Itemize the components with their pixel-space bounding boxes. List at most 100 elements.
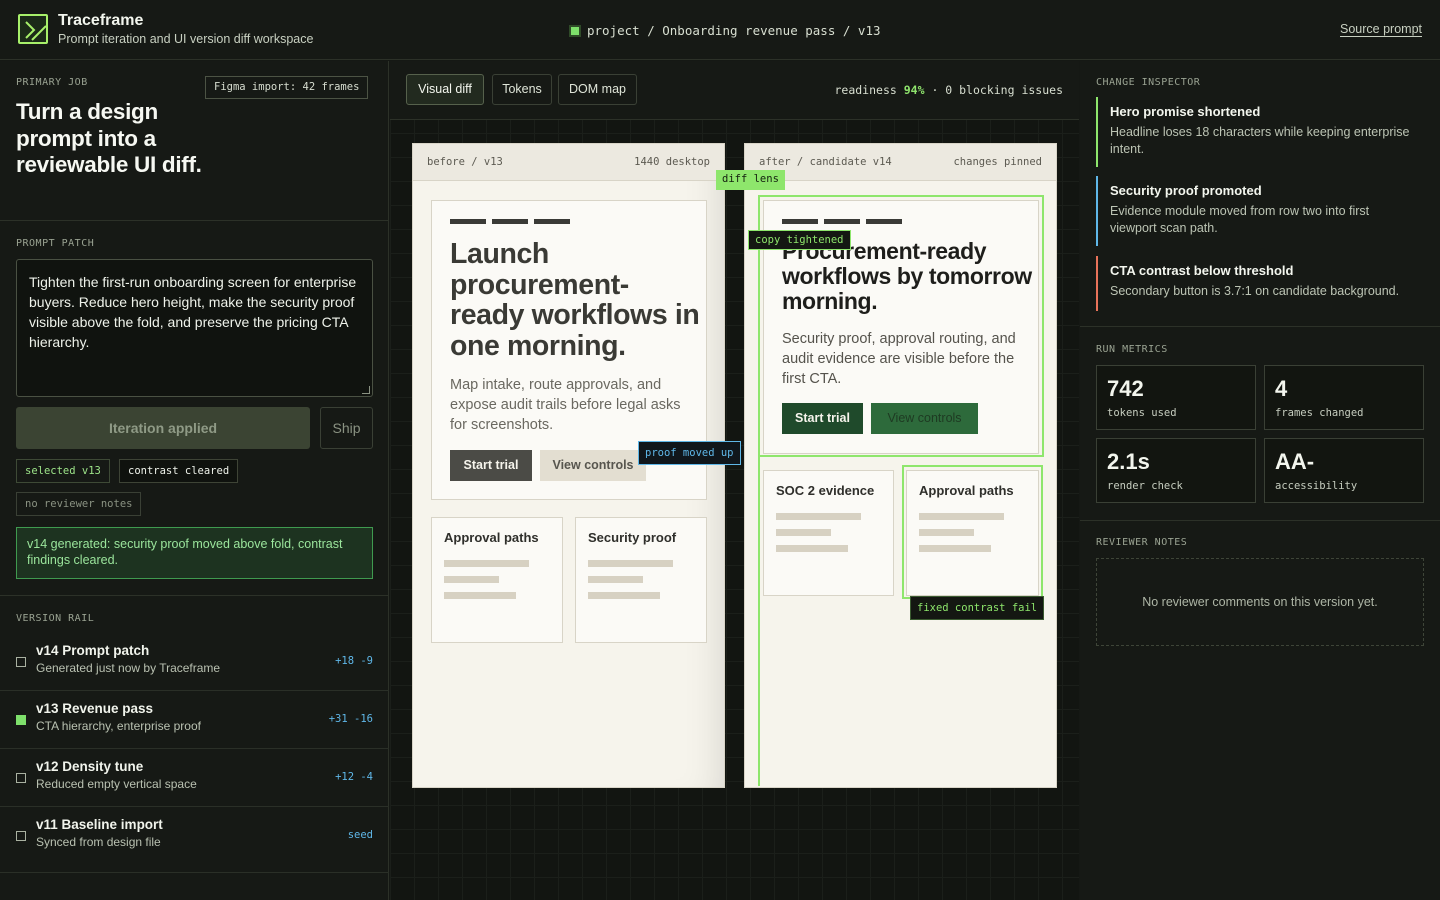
metric-accessibility: AA- accessibility [1264, 438, 1424, 503]
version-checkbox[interactable] [16, 773, 26, 783]
metric-label: accessibility [1275, 480, 1358, 492]
traceframe-logo-icon [18, 14, 48, 44]
version-rail-label: VERSION RAIL [16, 613, 95, 624]
card-title: Security proof [588, 530, 677, 545]
version-delta: +12 -4 [335, 771, 373, 783]
metric-render: 2.1s render check [1096, 438, 1256, 503]
version-title: v13 Revenue pass [36, 701, 154, 716]
after-frame-header: after / candidate v14 changes pinned [745, 144, 1056, 181]
viewport-size: 1440 desktop [634, 156, 710, 168]
text-placeholder [776, 545, 848, 552]
left-panel: PRIMARY JOB Figma import: 42 frames Turn… [0, 61, 389, 900]
app-header: Traceframe Prompt iteration and UI versi… [0, 0, 1440, 60]
selected-version-chip[interactable]: selected v13 [16, 459, 110, 483]
reviewer-notes-empty[interactable]: No reviewer comments on this version yet… [1096, 558, 1424, 646]
version-row-v14[interactable]: v14 Prompt patch Generated just now by T… [0, 633, 389, 691]
iteration-applied-button[interactable]: Iteration applied [16, 407, 310, 449]
app-subtitle: Prompt iteration and UI version diff wor… [58, 32, 314, 46]
metric-label: render check [1107, 480, 1183, 492]
prompt-patch-text: Tighten the first-run onboarding screen … [29, 274, 357, 350]
run-metrics-label: RUN METRICS [1096, 344, 1168, 355]
version-row-v11[interactable]: v11 Baseline import Synced from design f… [0, 807, 389, 873]
change-desc: Headline loses 18 characters while keepi… [1110, 125, 1410, 156]
divider [1080, 520, 1440, 521]
tab-tokens[interactable]: Tokens [492, 74, 552, 105]
resize-handle-icon[interactable] [362, 386, 370, 394]
change-item-hero[interactable]: Hero promise shortened Headline loses 18… [1096, 97, 1424, 167]
version-delta: +31 -16 [328, 713, 373, 725]
version-subtitle: Reduced empty vertical space [36, 777, 197, 791]
version-row-v12[interactable]: v12 Density tune Reduced empty vertical … [0, 749, 389, 807]
before-card-approval: Approval paths [431, 517, 563, 643]
version-checkbox[interactable] [16, 831, 26, 841]
before-card-security: Security proof [575, 517, 707, 643]
prompt-patch-input[interactable]: Tighten the first-run onboarding screen … [16, 259, 373, 397]
version-subtitle: CTA hierarchy, enterprise proof [36, 719, 201, 733]
change-desc: Secondary button is 3.7:1 on candidate b… [1110, 284, 1400, 298]
tab-dom-map[interactable]: DOM map [558, 74, 637, 105]
divider [0, 220, 389, 221]
reviewer-notes-label: REVIEWER NOTES [1096, 537, 1188, 548]
after-card-soc2: SOC 2 evidence [763, 470, 894, 596]
copy-tightened-tag[interactable]: copy tightened [748, 230, 851, 250]
contrast-fix-tag[interactable]: fixed contrast fail [910, 596, 1045, 620]
change-item-contrast[interactable]: CTA contrast below threshold Secondary b… [1096, 256, 1424, 311]
breadcrumb-text: project / Onboarding revenue pass / v13 [587, 23, 881, 38]
metric-label: tokens used [1107, 407, 1177, 419]
text-placeholder [444, 576, 499, 583]
version-row-v13[interactable]: v13 Revenue pass CTA hierarchy, enterpri… [0, 691, 389, 749]
divider [1080, 326, 1440, 327]
metric-value: 742 [1107, 376, 1144, 401]
metric-tokens: 742 tokens used [1096, 365, 1256, 430]
text-placeholder [444, 560, 529, 567]
change-title: CTA contrast below threshold [1110, 263, 1294, 278]
before-headline: Launch procurement-ready workflows in on… [450, 238, 700, 362]
blocking-issues: · 0 blocking issues [924, 83, 1063, 97]
card-title: SOC 2 evidence [776, 483, 875, 498]
readiness-label: readiness [834, 83, 904, 97]
text-placeholder [588, 592, 660, 599]
after-label: after / candidate v14 [759, 156, 892, 168]
text-placeholder [776, 513, 861, 520]
before-start-trial-button[interactable]: Start trial [450, 450, 532, 481]
change-title: Security proof promoted [1110, 183, 1262, 198]
reviewer-notes-chip[interactable]: no reviewer notes [16, 492, 142, 516]
diff-lens-tag[interactable]: diff lens [716, 170, 785, 190]
primary-job-title: Turn a design prompt into a reviewable U… [16, 99, 202, 177]
contrast-cleared-chip[interactable]: contrast cleared [119, 459, 239, 483]
version-checkbox[interactable] [16, 715, 26, 725]
generation-status-message: v14 generated: security proof moved abov… [16, 527, 373, 579]
change-desc: Evidence module moved from row two into … [1110, 204, 1370, 235]
approval-change-highlight [902, 465, 1043, 599]
change-inspector-label: CHANGE INSPECTOR [1096, 77, 1201, 88]
version-title: v14 Prompt patch [36, 643, 150, 658]
view-tabs-bar: Visual diff Tokens DOM map readiness 94%… [390, 61, 1079, 120]
version-delta: +18 -9 [335, 655, 373, 667]
readiness-value: 94% [903, 83, 925, 97]
metric-frames: 4 frames changed [1264, 365, 1424, 430]
ship-button[interactable]: Ship [320, 407, 373, 449]
change-title: Hero promise shortened [1110, 104, 1261, 119]
proof-moved-tag[interactable]: proof moved up [638, 441, 741, 465]
diff-canvas: Visual diff Tokens DOM map readiness 94%… [390, 61, 1079, 900]
before-frame[interactable]: before / v13 1440 desktop Launch procure… [412, 143, 725, 788]
text-placeholder [588, 560, 673, 567]
divider [0, 595, 389, 596]
version-checkbox[interactable] [16, 657, 26, 667]
tab-visual-diff[interactable]: Visual diff [406, 74, 484, 105]
before-frame-header: before / v13 1440 desktop [413, 144, 724, 181]
metric-value: 4 [1275, 376, 1288, 401]
before-view-controls-button[interactable]: View controls [540, 450, 646, 481]
changes-pinned-status: changes pinned [953, 156, 1042, 168]
primary-job-label: PRIMARY JOB [16, 77, 88, 88]
before-body: Map intake, route approvals, and expose … [450, 377, 681, 433]
source-prompt-link[interactable]: Source prompt [1340, 22, 1422, 36]
breadcrumb[interactable]: project / Onboarding revenue pass / v13 [569, 23, 881, 38]
right-panel: CHANGE INSPECTOR Hero promise shortened … [1080, 61, 1440, 900]
figma-import-badge: Figma import: 42 frames [205, 76, 369, 99]
version-subtitle: Generated just now by Traceframe [36, 661, 221, 675]
version-subtitle: Synced from design file [36, 835, 161, 849]
version-title: v11 Baseline import [36, 817, 163, 832]
version-delta: seed [347, 829, 373, 841]
change-item-security[interactable]: Security proof promoted Evidence module … [1096, 176, 1424, 246]
